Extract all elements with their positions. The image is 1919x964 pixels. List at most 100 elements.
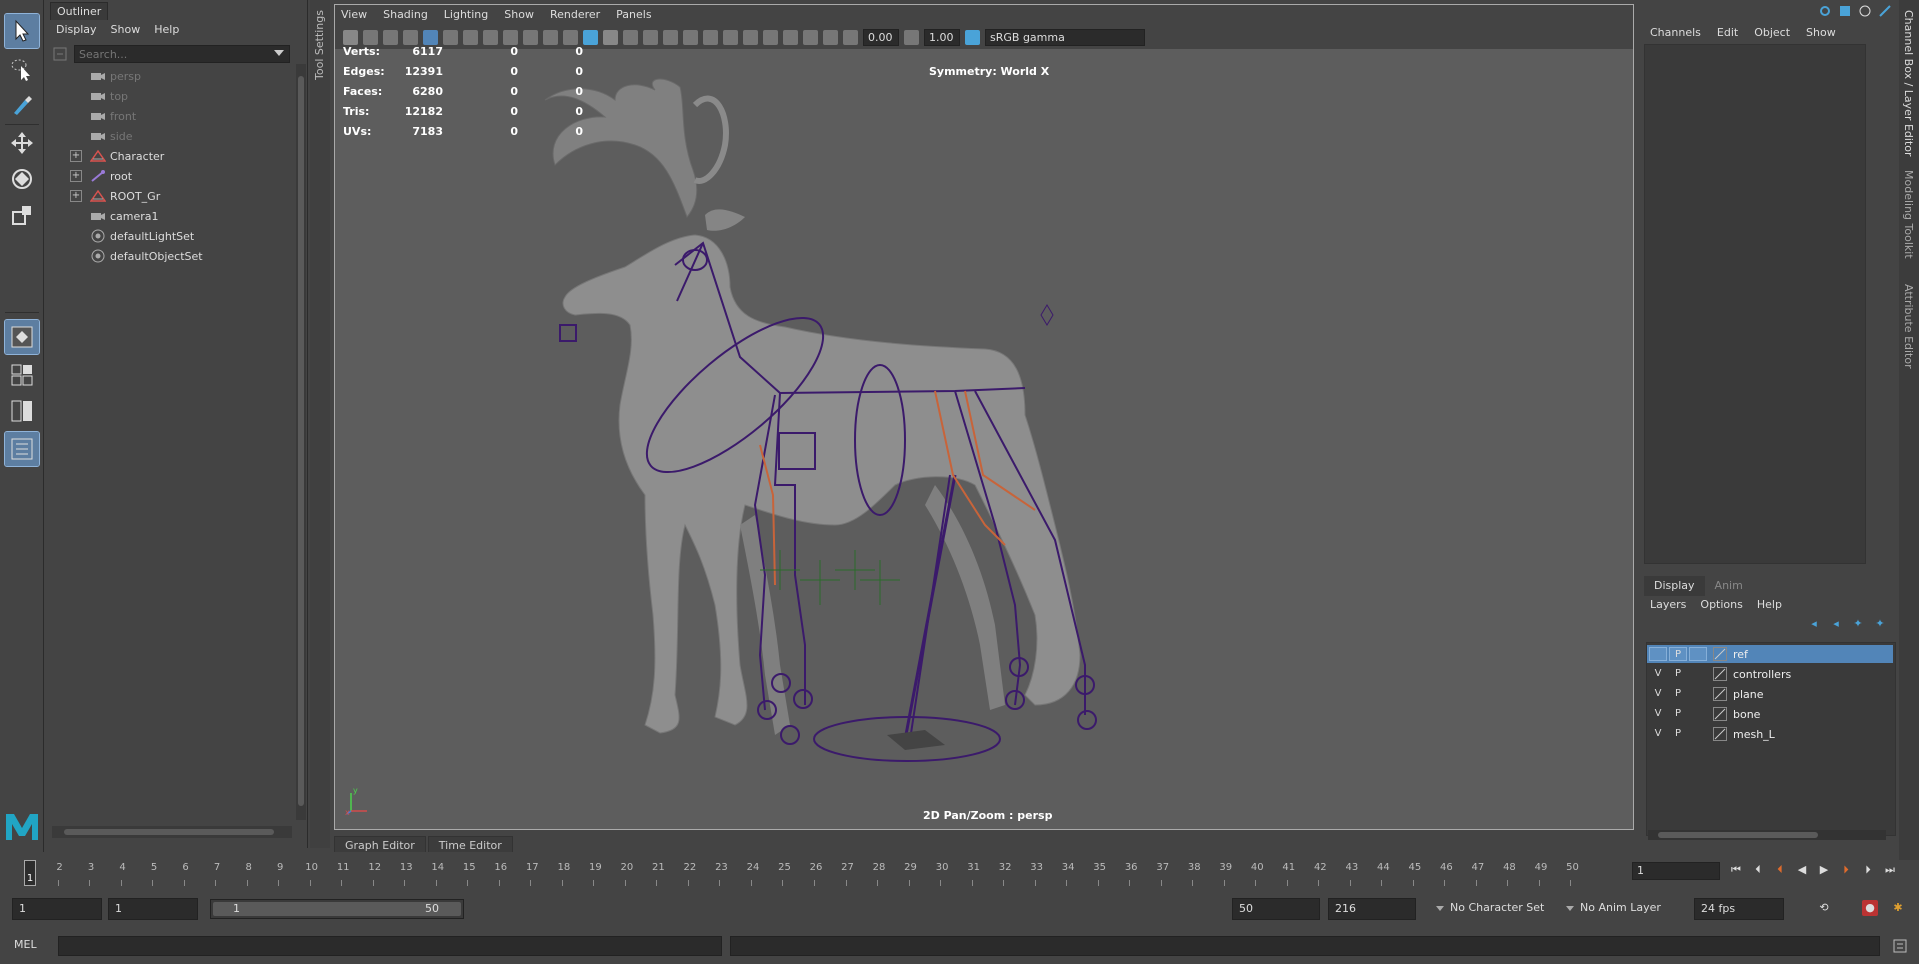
playback-start-field[interactable]: 1 bbox=[108, 898, 198, 920]
move-layer-down-icon[interactable]: ◂ bbox=[1828, 616, 1844, 632]
layer-display-type-toggle[interactable] bbox=[1689, 647, 1707, 661]
layer-color-swatch-icon[interactable] bbox=[1713, 647, 1727, 661]
tab-channel-box-layer-editor[interactable]: Channel Box / Layer Editor bbox=[1902, 10, 1915, 157]
layer-row[interactable]: Pref bbox=[1647, 645, 1893, 663]
step-forward-key-icon[interactable]: ⏵ bbox=[1838, 862, 1854, 878]
outliner-item[interactable]: + ROOT_Gr bbox=[46, 186, 296, 206]
xray-icon[interactable] bbox=[803, 29, 818, 45]
outliner-item[interactable]: + root bbox=[46, 166, 296, 186]
outliner-item[interactable]: defaultLightSet bbox=[46, 226, 296, 246]
step-back-frame-icon[interactable]: ⏴ bbox=[1750, 862, 1766, 878]
scale-tool-icon[interactable] bbox=[5, 198, 39, 232]
channel-box-menu-object[interactable]: Object bbox=[1754, 24, 1790, 42]
isolate-select-icon[interactable] bbox=[783, 29, 798, 45]
search-dropdown-icon[interactable] bbox=[274, 50, 284, 56]
play-forwards-icon[interactable]: ▶ bbox=[1816, 862, 1832, 878]
layer-playback-toggle[interactable]: P bbox=[1669, 647, 1687, 661]
channel-box-toggle-icon[interactable] bbox=[1838, 4, 1852, 18]
layer-visibility-toggle[interactable]: V bbox=[1649, 667, 1667, 681]
new-layer-from-selected-icon[interactable]: ✦ bbox=[1872, 616, 1888, 632]
layer-playback-toggle[interactable]: P bbox=[1669, 667, 1687, 681]
outliner-item[interactable]: side bbox=[46, 126, 296, 146]
mel-command-input[interactable] bbox=[58, 936, 722, 956]
outliner-item[interactable]: front bbox=[46, 106, 296, 126]
tab-display-layers[interactable]: Display bbox=[1644, 576, 1705, 596]
move-layer-up-icon[interactable]: ◂ bbox=[1806, 616, 1822, 632]
layer-display-type-toggle[interactable] bbox=[1689, 667, 1707, 681]
outliner-layout-icon[interactable] bbox=[4, 431, 40, 467]
outliner-item[interactable]: + Character bbox=[46, 146, 296, 166]
animation-end-field[interactable]: 216 bbox=[1328, 898, 1416, 920]
wireframe-on-shaded-icon[interactable] bbox=[623, 29, 638, 45]
new-layer-icon[interactable]: ✦ bbox=[1850, 616, 1866, 632]
outliner-menu-display[interactable]: Display bbox=[56, 20, 97, 40]
expand-icon[interactable]: + bbox=[70, 190, 82, 202]
script-editor-icon[interactable] bbox=[1892, 938, 1908, 954]
outliner-menu-show[interactable]: Show bbox=[111, 20, 141, 40]
image-plane-icon[interactable] bbox=[403, 29, 418, 45]
layer-display-type-toggle[interactable] bbox=[1689, 687, 1707, 701]
tab-attribute-editor[interactable]: Attribute Editor bbox=[1902, 284, 1915, 369]
grid-icon[interactable] bbox=[423, 29, 438, 45]
channel-box-menu-channels[interactable]: Channels bbox=[1650, 24, 1701, 42]
layer-color-swatch-icon[interactable] bbox=[1713, 667, 1727, 681]
motion-blur-icon[interactable] bbox=[723, 29, 738, 45]
layer-row[interactable]: V Pmesh_L bbox=[1647, 725, 1893, 743]
outliner-horizontal-scrollbar[interactable] bbox=[52, 826, 292, 838]
outliner-item[interactable]: persp bbox=[46, 66, 296, 86]
layer-display-type-toggle[interactable] bbox=[1689, 727, 1707, 741]
anim-layer-dropdown[interactable]: No Anim Layer bbox=[1566, 898, 1661, 920]
move-tool-icon[interactable] bbox=[5, 126, 39, 160]
time-slider[interactable]: 1234567891011121314151617181920212223242… bbox=[14, 852, 1604, 886]
layer-row[interactable]: V Pplane bbox=[1647, 685, 1893, 703]
layer-color-swatch-icon[interactable] bbox=[1713, 687, 1727, 701]
layer-color-swatch-icon[interactable] bbox=[1713, 727, 1727, 741]
mel-label[interactable]: MEL bbox=[14, 938, 37, 951]
animation-start-field[interactable]: 1 bbox=[12, 898, 102, 920]
safe-action-icon[interactable] bbox=[523, 29, 538, 45]
step-back-key-icon[interactable]: ⏴ bbox=[1772, 862, 1788, 878]
expand-icon[interactable]: + bbox=[70, 170, 82, 182]
go-to-start-icon[interactable]: ⏮ bbox=[1728, 862, 1744, 878]
current-frame-field[interactable]: 1 bbox=[1632, 862, 1720, 880]
current-time-marker[interactable]: 1 bbox=[24, 860, 36, 886]
viewport-menu-show[interactable]: Show bbox=[504, 5, 534, 25]
layer-menu-layers[interactable]: Layers bbox=[1650, 596, 1686, 614]
modeling-toolkit-icon[interactable] bbox=[1858, 4, 1872, 18]
anti-aliasing-icon[interactable] bbox=[743, 29, 758, 45]
auto-key-icon[interactable]: ● bbox=[1862, 900, 1878, 916]
layer-playback-toggle[interactable]: P bbox=[1669, 727, 1687, 741]
viewport-panel[interactable]: View Shading Lighting Show Renderer Pane… bbox=[334, 4, 1634, 830]
layer-visibility-toggle[interactable] bbox=[1649, 647, 1667, 661]
rotate-tool-icon[interactable] bbox=[5, 162, 39, 196]
layer-menu-help[interactable]: Help bbox=[1757, 596, 1782, 614]
layer-row[interactable]: V Pcontrollers bbox=[1647, 665, 1893, 683]
outliner-vertical-scrollbar[interactable] bbox=[296, 64, 306, 820]
channel-box-menu-show[interactable]: Show bbox=[1806, 24, 1836, 42]
play-backwards-icon[interactable]: ◀ bbox=[1794, 862, 1810, 878]
textured-icon[interactable] bbox=[643, 29, 658, 45]
layer-playback-toggle[interactable]: P bbox=[1669, 687, 1687, 701]
channel-box-menu-edit[interactable]: Edit bbox=[1717, 24, 1738, 42]
depth-of-field-icon[interactable] bbox=[763, 29, 778, 45]
resolution-gate-icon[interactable] bbox=[463, 29, 478, 45]
viewport-menu-renderer[interactable]: Renderer bbox=[550, 5, 600, 25]
layer-color-swatch-icon[interactable] bbox=[1713, 707, 1727, 721]
viewport-menu-lighting[interactable]: Lighting bbox=[444, 5, 488, 25]
layer-horizontal-scrollbar[interactable] bbox=[1648, 830, 1886, 840]
outliner-tab[interactable]: Outliner bbox=[50, 2, 109, 20]
camera-attributes-icon[interactable] bbox=[363, 29, 378, 45]
viewport-menu-shading[interactable]: Shading bbox=[383, 5, 428, 25]
step-forward-frame-icon[interactable]: ⏵ bbox=[1860, 862, 1876, 878]
time-slider-track[interactable]: 1234567891011121314151617181920212223242… bbox=[25, 862, 1602, 886]
layer-row[interactable]: V Pbone bbox=[1647, 705, 1893, 723]
layer-visibility-toggle[interactable]: V bbox=[1649, 687, 1667, 701]
single-perspective-layout-icon[interactable] bbox=[4, 319, 40, 355]
outliner-menu-help[interactable]: Help bbox=[154, 20, 179, 40]
default-material-icon[interactable] bbox=[603, 29, 618, 45]
xray-joints-icon[interactable] bbox=[823, 29, 838, 45]
attribute-editor-icon[interactable] bbox=[1878, 4, 1892, 18]
outliner-search-input[interactable] bbox=[74, 45, 290, 63]
filter-icon[interactable] bbox=[52, 46, 68, 62]
viewport-menu-panels[interactable]: Panels bbox=[616, 5, 651, 25]
